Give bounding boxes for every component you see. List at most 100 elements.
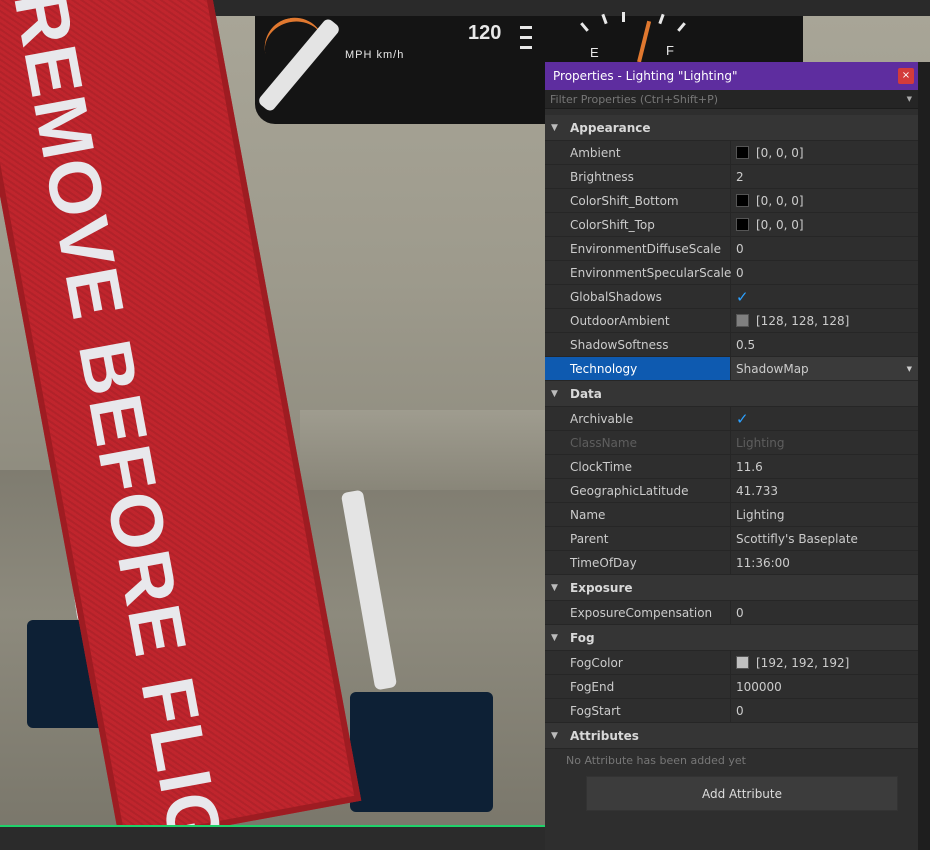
property-row[interactable]: FogEnd 100000: [545, 675, 918, 699]
property-name: ClockTime: [545, 455, 731, 478]
property-value[interactable]: 2: [731, 165, 918, 188]
fuel-empty-label: E: [590, 45, 599, 60]
color-swatch[interactable]: [736, 218, 749, 231]
property-name: ClassName: [545, 431, 731, 454]
property-value-text: [192, 192, 192]: [756, 655, 850, 670]
property-value[interactable]: 0: [731, 261, 918, 284]
property-value[interactable]: 0: [731, 601, 918, 624]
category-exposure[interactable]: ▼ Exposure: [545, 575, 918, 601]
property-value[interactable]: Scottifly's Baseplate: [731, 527, 918, 550]
chevron-down-icon: ▼: [551, 388, 558, 399]
property-name: EnvironmentDiffuseScale: [545, 237, 731, 260]
property-value-text: 2: [736, 169, 744, 184]
property-value[interactable]: [0, 0, 0]: [731, 141, 918, 164]
gauge-tick: [622, 12, 625, 22]
property-row[interactable]: GlobalShadows ✓: [545, 285, 918, 309]
property-value-text: 0: [736, 241, 744, 256]
property-checkbox[interactable]: ✓: [731, 407, 918, 430]
property-value-text: Scottifly's Baseplate: [736, 531, 858, 546]
category-label: Data: [570, 386, 602, 401]
property-name: ShadowSoftness: [545, 333, 731, 356]
property-value-text: 11:36:00: [736, 555, 790, 570]
property-row[interactable]: ShadowSoftness 0.5: [545, 333, 918, 357]
color-swatch[interactable]: [736, 314, 749, 327]
color-swatch[interactable]: [736, 656, 749, 669]
property-value-text: Lighting: [736, 507, 785, 522]
property-name: EnvironmentSpecularScale: [545, 261, 731, 284]
property-value[interactable]: [128, 128, 128]: [731, 309, 918, 332]
property-row[interactable]: Archivable ✓: [545, 407, 918, 431]
category-appearance[interactable]: ▼ Appearance: [545, 115, 918, 141]
chevron-down-icon[interactable]: ▼: [907, 95, 912, 103]
property-value[interactable]: 0: [731, 237, 918, 260]
property-value[interactable]: 41.733: [731, 479, 918, 502]
property-row[interactable]: GeographicLatitude 41.733: [545, 479, 918, 503]
property-row[interactable]: Parent Scottifly's Baseplate: [545, 527, 918, 551]
property-name: ExposureCompensation: [545, 601, 731, 624]
property-value[interactable]: Lighting: [731, 503, 918, 526]
property-row[interactable]: EnvironmentSpecularScale 0: [545, 261, 918, 285]
property-row[interactable]: ColorShift_Bottom [0, 0, 0]: [545, 189, 918, 213]
property-value[interactable]: 0.5: [731, 333, 918, 356]
panel-scrollbar[interactable]: [917, 62, 930, 850]
property-value-text: 0: [736, 605, 744, 620]
property-value-text: 100000: [736, 679, 782, 694]
property-value[interactable]: 11.6: [731, 455, 918, 478]
chevron-down-icon: ▼: [551, 582, 558, 593]
category-data[interactable]: ▼ Data: [545, 381, 918, 407]
property-value[interactable]: [0, 0, 0]: [731, 189, 918, 212]
property-value-text: Lighting: [736, 435, 785, 450]
properties-panel: Properties - Lighting "Lighting" × Filte…: [545, 62, 918, 850]
property-value[interactable]: 0: [731, 699, 918, 722]
property-name: OutdoorAmbient: [545, 309, 731, 332]
property-value[interactable]: 11:36:00: [731, 551, 918, 574]
property-row[interactable]: EnvironmentDiffuseScale 0: [545, 237, 918, 261]
property-value[interactable]: [192, 192, 192]: [731, 651, 918, 674]
category-fog[interactable]: ▼ Fog: [545, 625, 918, 651]
property-row[interactable]: ClassName Lighting: [545, 431, 918, 455]
property-name: FogStart: [545, 699, 731, 722]
property-checkbox[interactable]: ✓: [731, 285, 918, 308]
property-value-text: [0, 0, 0]: [756, 193, 804, 208]
color-swatch[interactable]: [736, 146, 749, 159]
property-value-text: 11.6: [736, 459, 763, 474]
filter-input[interactable]: Filter Properties (Ctrl+Shift+P) ▼: [545, 90, 918, 109]
speed-units-label: MPH km/h: [345, 49, 405, 61]
property-row[interactable]: Name Lighting: [545, 503, 918, 527]
property-row[interactable]: Brightness 2: [545, 165, 918, 189]
property-row[interactable]: Ambient [0, 0, 0]: [545, 141, 918, 165]
gauge-tick: [520, 46, 532, 49]
property-name: Technology: [545, 357, 731, 380]
speed-label: 120: [468, 22, 502, 44]
close-button[interactable]: ×: [898, 68, 914, 84]
category-label: Fog: [570, 630, 595, 645]
property-row[interactable]: OutdoorAmbient [128, 128, 128]: [545, 309, 918, 333]
property-value-text: [0, 0, 0]: [756, 145, 804, 160]
color-swatch[interactable]: [736, 194, 749, 207]
property-row[interactable]: ExposureCompensation 0: [545, 601, 918, 625]
property-name: FogEnd: [545, 675, 731, 698]
property-dropdown[interactable]: ShadowMap ▼: [731, 357, 918, 380]
property-value: Lighting: [731, 431, 918, 454]
property-value-text: 0: [736, 265, 744, 280]
property-value[interactable]: 100000: [731, 675, 918, 698]
gauge-tick: [520, 26, 532, 29]
property-row[interactable]: TimeOfDay 11:36:00: [545, 551, 918, 575]
category-attributes[interactable]: ▼ Attributes: [545, 723, 918, 749]
property-row[interactable]: FogColor [192, 192, 192]: [545, 651, 918, 675]
property-row[interactable]: ClockTime 11.6: [545, 455, 918, 479]
add-attribute-button[interactable]: Add Attribute: [586, 776, 898, 811]
panel-title-bar[interactable]: Properties - Lighting "Lighting" ×: [545, 62, 918, 90]
property-value-text: 0: [736, 703, 744, 718]
checkmark-icon: ✓: [736, 287, 749, 306]
property-name: GeographicLatitude: [545, 479, 731, 502]
property-value-text: 41.733: [736, 483, 778, 498]
checkmark-icon: ✓: [736, 409, 749, 428]
property-row[interactable]: ColorShift_Top [0, 0, 0]: [545, 213, 918, 237]
property-value[interactable]: [0, 0, 0]: [731, 213, 918, 236]
property-name: Parent: [545, 527, 731, 550]
property-row[interactable]: Technology ShadowMap ▼: [545, 357, 918, 381]
property-name: FogColor: [545, 651, 731, 674]
chevron-down-icon[interactable]: ▼: [907, 365, 912, 373]
property-row[interactable]: FogStart 0: [545, 699, 918, 723]
